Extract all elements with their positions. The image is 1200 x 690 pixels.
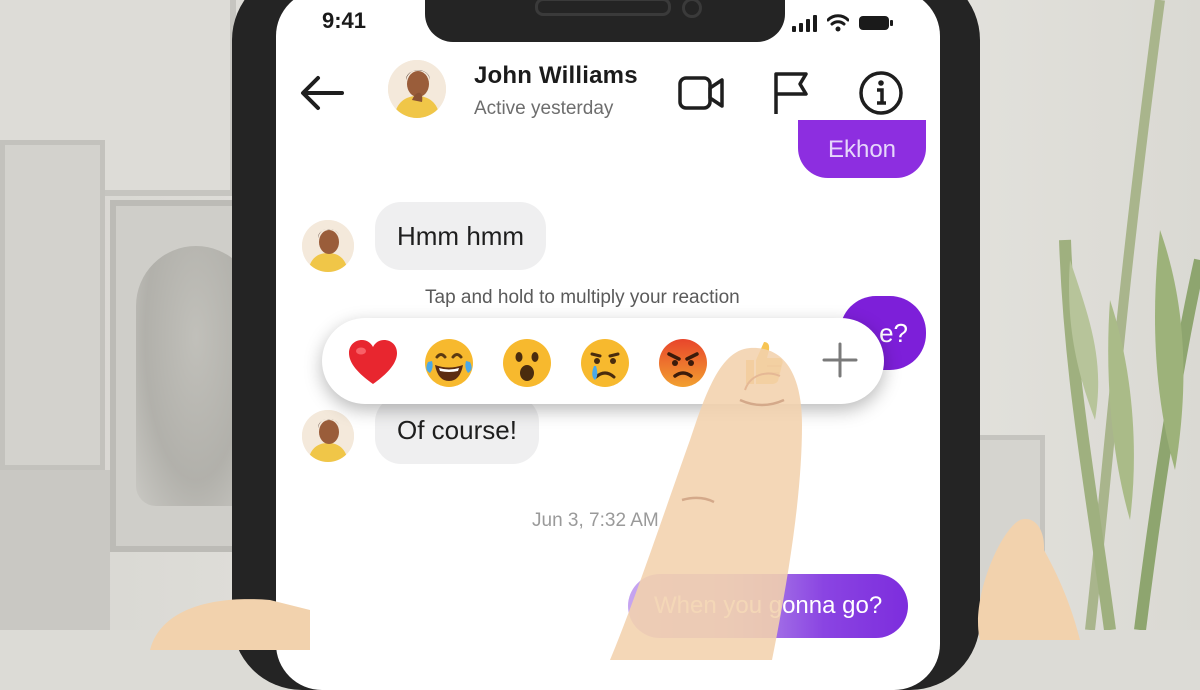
avatar-image (388, 60, 446, 118)
crying-reaction-icon[interactable] (578, 336, 632, 390)
wall-frame (0, 140, 105, 470)
message-timestamp: Jun 3, 7:32 AM (532, 510, 659, 531)
status-icons (792, 10, 893, 32)
avatar-image (302, 220, 354, 272)
message-text: Ekhon (827, 136, 897, 163)
avatar-image (302, 410, 354, 462)
avatar (302, 220, 354, 272)
outgoing-message[interactable]: When you gonna go? (628, 574, 909, 638)
speaker-grille (535, 0, 671, 16)
outgoing-message[interactable]: Ekhon (798, 120, 926, 178)
contact-status: Active yesterday (474, 98, 614, 119)
video-call-icon[interactable] (676, 68, 726, 118)
surprised-reaction-icon[interactable] (500, 336, 554, 390)
avatar (302, 410, 354, 462)
contact-name[interactable]: John Williams (474, 62, 638, 90)
back-arrow-icon[interactable] (298, 70, 346, 116)
plant-illustration (1059, 0, 1200, 630)
reaction-hint: Tap and hold to multiply your reaction (425, 287, 740, 308)
message-text: Of course! (397, 414, 517, 445)
message-text: e? (879, 317, 908, 348)
plus-icon[interactable] (818, 338, 862, 382)
status-time: 9:41 (322, 8, 367, 33)
thumbs-up-reaction-icon[interactable] (734, 336, 788, 390)
wifi-icon (827, 14, 849, 32)
wall-frame (975, 435, 1045, 630)
battery-icon (859, 16, 893, 30)
angry-reaction-icon[interactable] (656, 336, 710, 390)
incoming-message[interactable]: Hmm hmm (375, 202, 547, 270)
flag-icon[interactable] (766, 68, 816, 118)
message-text: Hmm hmm (397, 220, 525, 251)
incoming-message[interactable]: Of course! (375, 396, 539, 464)
signal-icon (792, 14, 817, 32)
shelf (0, 470, 110, 630)
avatar[interactable] (388, 60, 446, 118)
heart-reaction-icon[interactable] (346, 336, 400, 390)
info-icon[interactable] (856, 68, 906, 118)
message-text: When you gonna go? (654, 592, 883, 619)
tears-of-joy-reaction-icon[interactable] (422, 336, 476, 390)
